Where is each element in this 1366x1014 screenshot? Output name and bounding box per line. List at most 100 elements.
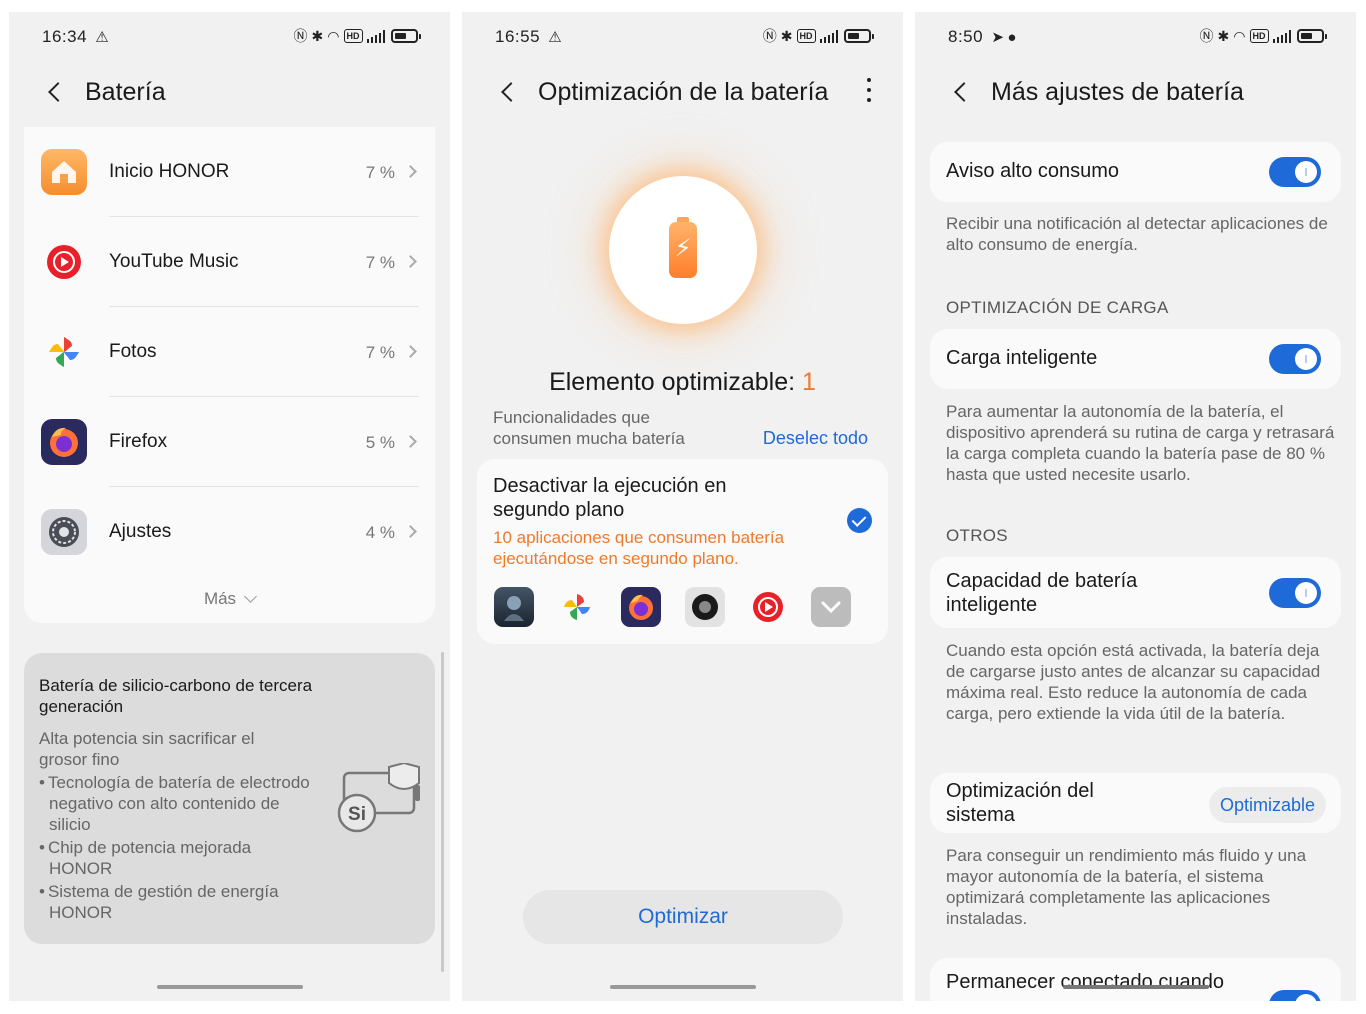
promo-bullet: Chip de potencia mejorada HONOR [39,837,319,879]
chat-icon: ● [1007,29,1017,46]
high-consumption-label: Funcionalidades que consumen mucha bater… [493,408,685,448]
battery-glow-illustration: ⚡ [609,176,757,324]
app-name: Firefox [109,431,168,452]
silicon-badge: Si [348,804,366,825]
list-item[interactable]: YouTube Music 7 % [24,217,435,307]
optimizable-label: Elemento optimizable: [549,368,796,396]
setting-description: Recibir una notificación al detectar apl… [946,214,1328,254]
card-title: Desactivar la ejecución en segundo plano [493,475,727,521]
promo-subtitle: Alta potencia sin sacrificar el grosor f… [39,729,255,769]
setting-description: Para conseguir un rendimiento más fluido… [946,846,1307,928]
smart-capacity-toggle[interactable] [1269,578,1321,608]
home-indicator[interactable] [609,985,756,989]
background-run-card[interactable]: Desactivar la ejecución en segundo plano… [477,459,888,644]
list-item[interactable]: Inicio HONOR 7 % [24,127,435,217]
bluetooth-icon: ✱ [1217,27,1230,44]
battery-icon [1297,29,1327,43]
battery-info-card: Batería de silicio-carbono de tercera ge… [24,653,435,944]
honor-home-icon [41,149,87,195]
promo-bullet: Tecnología de batería de electrodo negat… [39,772,319,835]
settings-icon [41,509,87,555]
status-bar: 16:55 ⚠ Ⓝ ✱ HD [462,12,903,62]
page-title: Más ajustes de batería [991,77,1244,106]
app-bar: Optimización de la batería [462,70,903,114]
high-consumption-alert-row[interactable]: Aviso alto consumo [930,142,1341,202]
status-bar: 16:34 ⚠ Ⓝ ✱ ◠ HD [9,12,450,62]
back-icon[interactable] [501,82,521,102]
chevron-down-icon [244,590,257,603]
promo-title: Batería de silicio-carbono de tercera ge… [39,676,313,716]
list-item[interactable]: Fotos 7 % [24,307,435,397]
optimize-button[interactable]: Optimizar [523,890,843,944]
status-time: 8:50 [948,27,984,46]
app-name: Inicio HONOR [109,161,230,182]
home-indicator[interactable] [156,985,303,989]
camera-app-icon [685,587,725,627]
system-optimization-row[interactable]: Optimización del sistema Optimizable [930,773,1341,833]
back-icon[interactable] [954,82,974,102]
nfc-icon: Ⓝ [293,28,308,44]
section-header-other: OTROS [946,526,1008,545]
usage-percent: 7 % [365,163,395,182]
alert-icon: ⚠ [548,29,563,46]
setting-title: Aviso alto consumo [946,160,1120,182]
hd-icon: HD [1249,29,1269,43]
photos-icon [41,329,87,375]
high-consumption-toggle[interactable] [1269,157,1321,187]
deselect-all-button[interactable]: Deselec todo [763,428,868,449]
alert-icon: ⚠ [95,29,110,46]
chevron-right-icon [404,255,417,268]
hd-icon: HD [343,29,363,43]
page-title: Optimización de la batería [538,77,829,106]
silicon-battery-illustration: Si [337,763,420,833]
usage-percent: 5 % [365,433,395,452]
more-button[interactable]: Más [24,589,435,609]
usage-percent: 7 % [365,343,395,362]
youtube-music-icon [748,587,788,627]
smart-charging-toggle[interactable] [1269,344,1321,374]
status-time: 16:55 [495,27,541,46]
smart-capacity-row[interactable]: Capacidad de batería inteligente [930,557,1341,628]
app-name: Ajustes [109,521,172,542]
home-indicator[interactable] [1062,985,1209,989]
battery-screen: 16:34 ⚠ Ⓝ ✱ ◠ HD Batería Inicio HONOR 7 … [9,12,450,1001]
promo-bullets: Tecnología de batería de electrodo negat… [39,772,319,925]
back-icon[interactable] [48,82,68,102]
setting-title: Carga inteligente [946,347,1098,369]
status-time: 16:34 [42,27,88,46]
setting-title: Permanecer conectado cuando [946,971,1224,993]
chevron-right-icon [404,345,417,358]
firefox-icon [41,419,87,465]
page-title: Batería [85,77,166,106]
setting-title: Optimización del sistema [946,780,1094,826]
optimizable-count: 1 [802,368,816,396]
app-bar: Más ajustes de batería [915,70,1356,114]
setting-description: Cuando esta opción está activada, la bat… [946,641,1321,723]
list-item[interactable]: Ajustes 4 % [24,487,435,577]
stay-connected-toggle[interactable] [1269,990,1321,1001]
checkbox-checked[interactable] [847,508,872,533]
card-description: 10 aplicaciones que consumen batería eje… [493,528,785,568]
optimizable-status-badge[interactable]: Optimizable [1208,787,1326,823]
more-battery-settings-screen: 8:50 ➤ ● Ⓝ ✱ ◠ HD Más ajustes de batería … [915,12,1356,1001]
battery-icon [844,29,874,43]
chevron-right-icon [404,165,417,178]
firefox-icon [621,587,661,627]
expand-apps-button[interactable] [811,587,851,627]
hd-icon: HD [796,29,816,43]
chevron-right-icon [404,525,417,538]
nfc-icon: Ⓝ [762,28,777,44]
optimizable-heading: Elemento optimizable: 1 [462,368,903,397]
app-usage-list: Inicio HONOR 7 % YouTube Music 7 % Fotos… [24,127,435,623]
bluetooth-icon: ✱ [311,27,324,44]
stay-connected-row[interactable]: Permanecer conectado cuando [930,958,1341,1001]
scrollbar[interactable] [441,652,444,972]
wifi-icon: ◠ [1233,27,1246,44]
destiny-app-icon [494,587,534,627]
status-bar: 8:50 ➤ ● Ⓝ ✱ ◠ HD [915,12,1356,62]
app-name: YouTube Music [109,251,239,272]
more-options-icon[interactable] [867,78,871,102]
list-item[interactable]: Firefox 5 % [24,397,435,487]
smart-charging-row[interactable]: Carga inteligente [930,329,1341,389]
app-bar: Batería [9,70,450,114]
